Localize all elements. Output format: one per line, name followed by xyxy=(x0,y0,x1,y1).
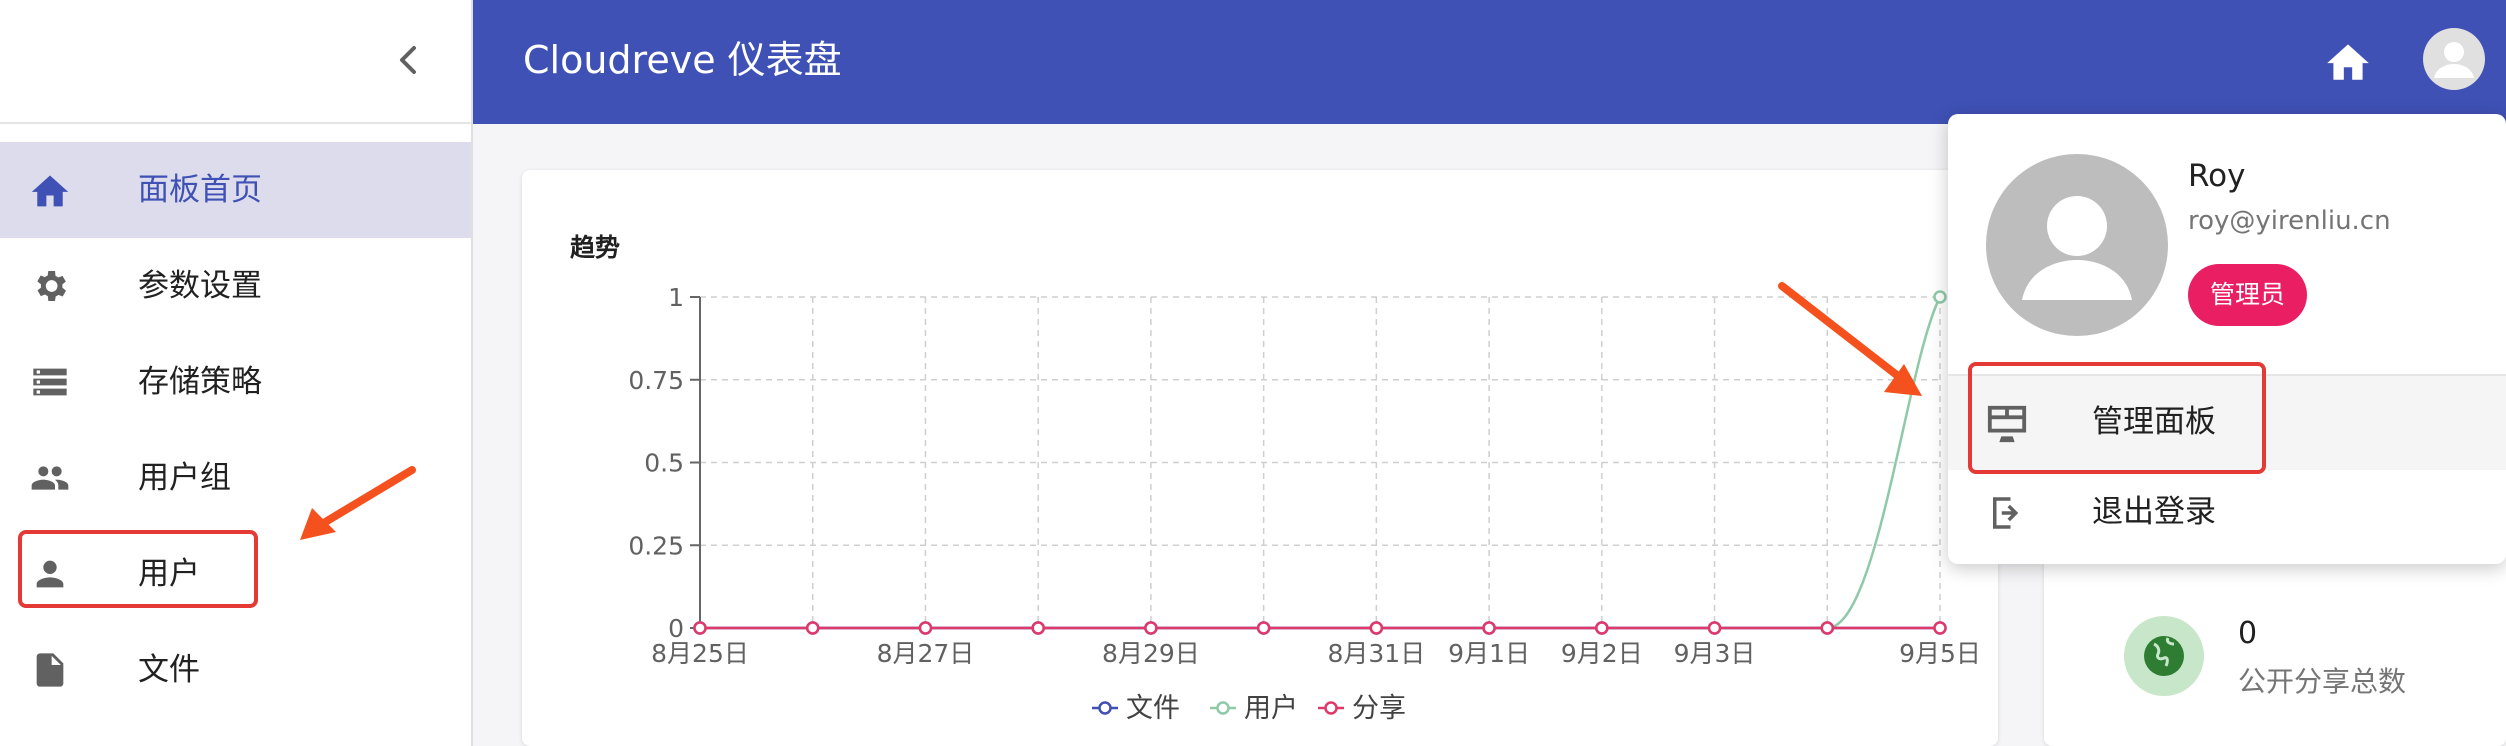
sidebar-header xyxy=(0,0,471,124)
app-window: 面板首页 参数设置 存储策略 用户组 用户 文件 Cloudreve 仪表盘 趋… xyxy=(0,0,2506,746)
globe-icon xyxy=(2124,616,2204,696)
chevron-left-icon[interactable] xyxy=(388,38,428,82)
avatar-icon[interactable] xyxy=(2423,28,2485,90)
sidebar-item-label: 存储策略 xyxy=(138,364,262,400)
role-badge: 管理员 xyxy=(2188,264,2308,326)
users-highlight-box xyxy=(18,530,258,608)
sidebar-item-user-groups[interactable]: 用户组 xyxy=(0,430,471,526)
sidebar-item-storage-policy[interactable]: 存储策略 xyxy=(0,334,471,430)
avatar-icon xyxy=(1986,154,2168,336)
sidebar-item-label: 参数设置 xyxy=(138,268,262,304)
home-icon[interactable] xyxy=(2323,38,2373,84)
file-icon xyxy=(28,650,72,690)
gear-icon xyxy=(28,266,72,306)
admin-panel-highlight-box xyxy=(1968,362,2266,474)
menu-item-label: 退出登录 xyxy=(2092,494,2216,530)
page-title: Cloudreve 仪表盘 xyxy=(523,38,842,82)
storage-list-icon xyxy=(28,362,72,402)
sidebar-item-settings[interactable]: 参数设置 xyxy=(0,238,471,334)
menu-item-logout[interactable]: 退出登录 xyxy=(1948,466,2506,560)
sidebar-item-label: 用户组 xyxy=(138,460,231,496)
sidebar: 面板首页 参数设置 存储策略 用户组 用户 文件 xyxy=(0,0,473,746)
user-name: Roy xyxy=(2188,158,2246,194)
shares-count: 0 xyxy=(2238,616,2258,651)
trend-card xyxy=(522,170,1998,746)
sidebar-item-files[interactable]: 文件 xyxy=(0,622,471,718)
user-email: roy@yirenliu.cn xyxy=(2188,206,2391,236)
sidebar-item-label: 面板首页 xyxy=(138,172,262,208)
sidebar-item-label: 文件 xyxy=(138,652,200,688)
home-icon xyxy=(28,170,72,210)
logout-icon xyxy=(1984,492,2030,534)
shares-label: 公开分享总数 xyxy=(2238,665,2407,698)
trend-card-title: 趋势 xyxy=(570,233,621,262)
sidebar-item-dashboard[interactable]: 面板首页 xyxy=(0,142,471,238)
people-icon xyxy=(28,458,72,498)
app-bar: Cloudreve 仪表盘 xyxy=(473,0,2506,124)
